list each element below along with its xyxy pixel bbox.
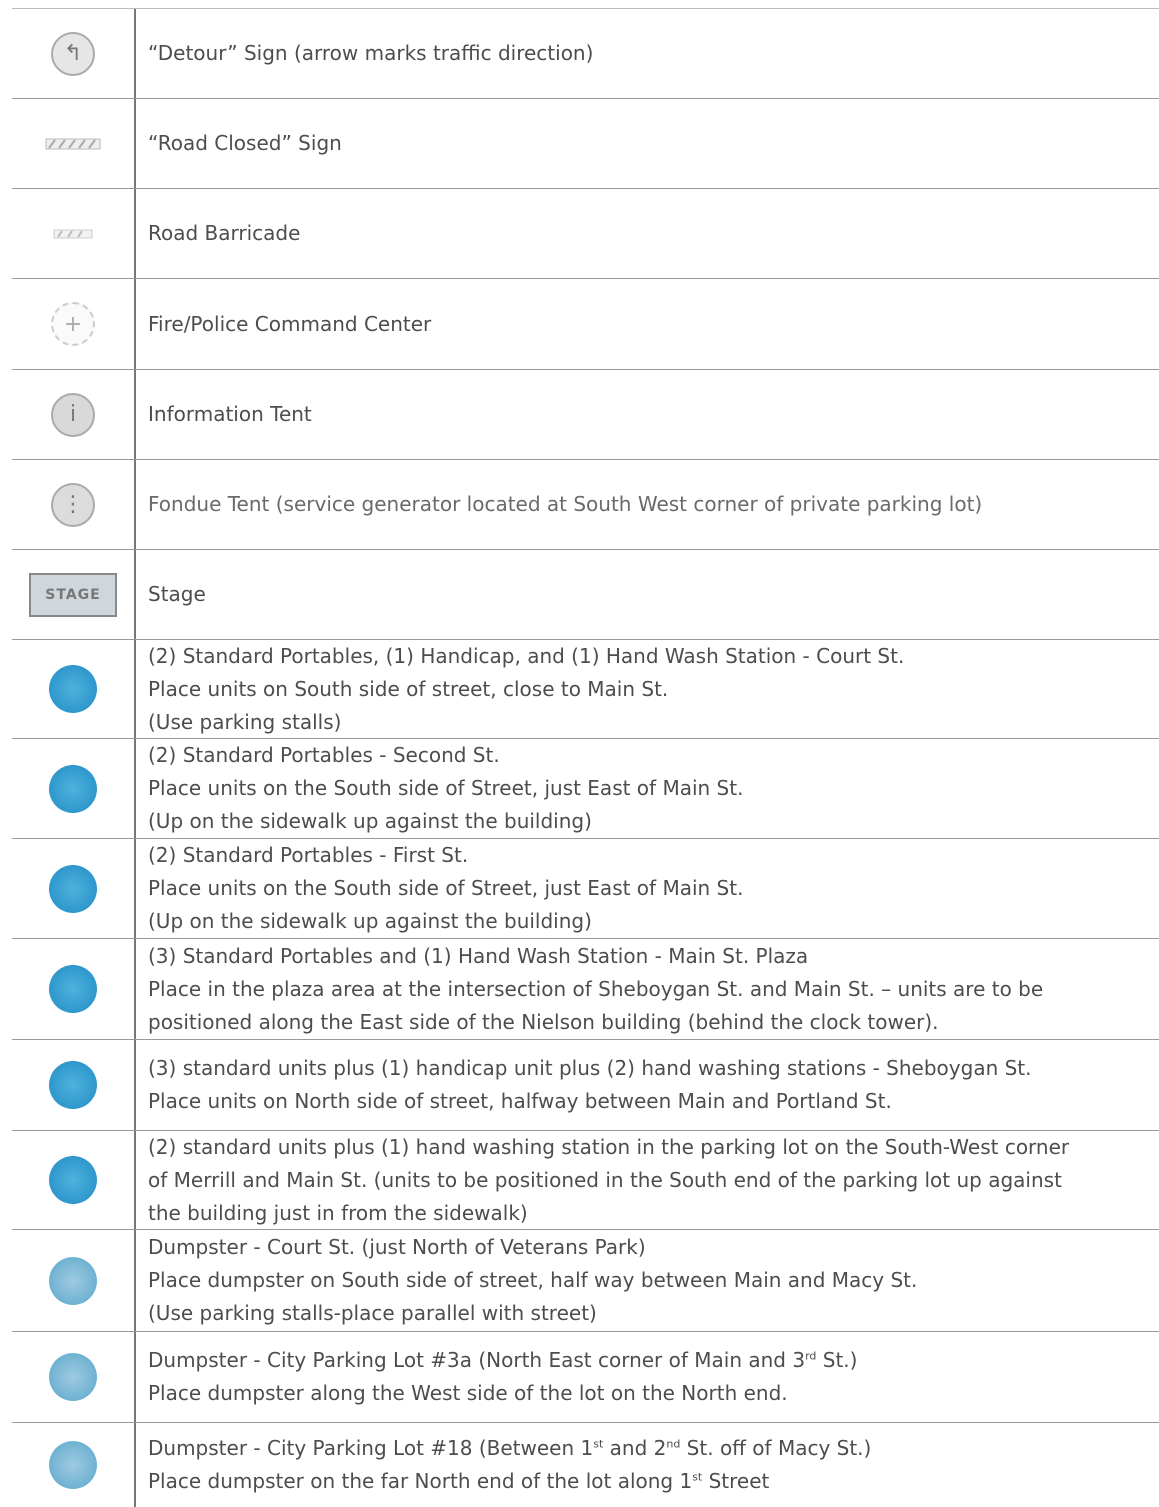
description-line: (2) Standard Portables, (1) Handicap, an…: [148, 643, 905, 668]
description-cell: (2) standard units plus (1) hand washing…: [148, 1131, 1159, 1229]
description-line: (Use parking stalls): [148, 709, 342, 734]
description-cell: (2) Standard Portables - Second St. Plac…: [148, 739, 1159, 838]
dumpster-icon: [49, 1353, 97, 1401]
description-cell: “Road Closed” Sign: [148, 99, 1159, 188]
legend-row-dumpster-lot-3a: Dumpster - City Parking Lot #3a (North E…: [12, 1332, 1159, 1423]
description-line: Fondue Tent (service generator located a…: [148, 492, 983, 516]
icon-cell: [12, 1332, 136, 1422]
description-line: (Up on the sidewalk up against the build…: [148, 809, 592, 833]
dumpster-icon: [49, 1441, 97, 1489]
description-line: “Detour” Sign (arrow marks traffic direc…: [148, 41, 594, 65]
legend-table: ↰ “Detour” Sign (arrow marks traffic dir…: [12, 8, 1159, 1507]
description-line: Place in the plaza area at the intersect…: [148, 976, 1044, 1001]
description-line: of Merrill and Main St. (units to be pos…: [148, 1167, 1062, 1192]
description-cell: Dumpster - Court St. (just North of Vete…: [148, 1230, 1159, 1331]
description-cell: “Detour” Sign (arrow marks traffic direc…: [148, 9, 1159, 98]
description-line: Road Barricade: [148, 221, 301, 245]
icon-cell: [12, 1131, 136, 1229]
icon-cell: [12, 99, 136, 188]
description-line: “Road Closed” Sign: [148, 131, 342, 155]
legend-row-road-closed: “Road Closed” Sign: [12, 99, 1159, 189]
description-line: the building just in from the sidewalk): [148, 1200, 528, 1225]
description-line: Place dumpster on the far North end of t…: [148, 1469, 770, 1493]
description-cell: Road Barricade: [148, 189, 1159, 278]
description-line: Place units on the South side of Street,…: [148, 876, 744, 900]
description-cell: Dumpster - City Parking Lot #18 (Between…: [148, 1423, 1159, 1507]
description-line: Dumpster - City Parking Lot #3a (North E…: [148, 1348, 858, 1372]
description-cell: Stage: [148, 550, 1159, 639]
stage-icon: STAGE: [29, 572, 117, 617]
description-line: (2) standard units plus (1) hand washing…: [148, 1134, 1070, 1159]
fondue-tent-icon: ⋮: [51, 482, 95, 527]
legend-row-portables-sheboygan: (3) standard units plus (1) handicap uni…: [12, 1040, 1159, 1131]
command-center-icon: +: [51, 302, 95, 346]
legend-row-portables-court: (2) Standard Portables, (1) Handicap, an…: [12, 640, 1159, 739]
legend-row-command-center: + Fire/Police Command Center: [12, 279, 1159, 370]
description-cell: Fire/Police Command Center: [148, 279, 1159, 369]
legend-row-portables-merrill: (2) standard units plus (1) hand washing…: [12, 1131, 1159, 1230]
icon-cell: [12, 1230, 136, 1331]
description-line: Information Tent: [148, 402, 312, 426]
portable-toilet-icon: [49, 864, 97, 913]
legend-row-fondue-tent: ⋮ Fondue Tent (service generator located…: [12, 460, 1159, 550]
icon-cell: [12, 1423, 136, 1507]
legend-row-dumpster-lot-18: Dumpster - City Parking Lot #18 (Between…: [12, 1423, 1159, 1507]
description-line: (3) standard units plus (1) handicap uni…: [148, 1056, 1032, 1080]
portable-toilet-icon: [49, 764, 97, 813]
description-cell: (3) standard units plus (1) handicap uni…: [148, 1040, 1159, 1130]
description-line: Place units on South side of street, clo…: [148, 676, 669, 701]
icon-cell: [12, 1040, 136, 1130]
legend-row-portables-first: (2) Standard Portables - First St. Place…: [12, 839, 1159, 939]
description-line: (Up on the sidewalk up against the build…: [148, 909, 592, 933]
description-line: (Use parking stalls-place parallel with …: [148, 1301, 597, 1325]
information-tent-icon: i: [51, 392, 95, 437]
detour-sign-icon: ↰: [51, 31, 95, 76]
legend-row-information-tent: i Information Tent: [12, 370, 1159, 460]
icon-cell: ↰: [12, 9, 136, 98]
icon-cell: [12, 839, 136, 938]
description-cell: Information Tent: [148, 370, 1159, 459]
description-cell: Fondue Tent (service generator located a…: [148, 460, 1159, 549]
description-line: (2) Standard Portables - First St.: [148, 843, 469, 867]
road-barricade-icon: [53, 229, 93, 238]
description-cell: Dumpster - City Parking Lot #3a (North E…: [148, 1332, 1159, 1422]
description-line: Stage: [148, 582, 206, 606]
description-cell: (2) Standard Portables - First St. Place…: [148, 839, 1159, 938]
description-line: Place units on the South side of Street,…: [148, 776, 744, 800]
portable-toilet-icon: [49, 665, 97, 713]
portable-toilet-icon: [49, 1156, 97, 1204]
description-line: Dumpster - City Parking Lot #18 (Between…: [148, 1436, 872, 1460]
description-cell: (2) Standard Portables, (1) Handicap, an…: [148, 640, 1159, 738]
description-line: Place units on North side of street, hal…: [148, 1089, 892, 1113]
legend-row-portables-plaza: (3) Standard Portables and (1) Hand Wash…: [12, 939, 1159, 1040]
legend-row-stage: STAGE Stage: [12, 550, 1159, 640]
portable-toilet-icon: [49, 1061, 97, 1109]
description-cell: (3) Standard Portables and (1) Hand Wash…: [148, 939, 1159, 1039]
portable-toilet-icon: [49, 965, 97, 1013]
description-line: (2) Standard Portables - Second St.: [148, 743, 500, 767]
icon-cell: [12, 939, 136, 1039]
icon-cell: i: [12, 370, 136, 459]
icon-cell: [12, 739, 136, 838]
icon-cell: ⋮: [12, 460, 136, 549]
description-line: Fire/Police Command Center: [148, 311, 432, 336]
legend-row-dumpster-court: Dumpster - Court St. (just North of Vete…: [12, 1230, 1159, 1332]
description-line: (3) Standard Portables and (1) Hand Wash…: [148, 943, 809, 968]
road-closed-sign-icon: [45, 138, 101, 149]
dumpster-icon: [49, 1256, 97, 1305]
icon-cell: [12, 640, 136, 738]
legend-row-portables-second: (2) Standard Portables - Second St. Plac…: [12, 739, 1159, 839]
description-line: Place dumpster along the West side of th…: [148, 1381, 788, 1405]
icon-cell: +: [12, 279, 136, 369]
description-line: Dumpster - Court St. (just North of Vete…: [148, 1235, 646, 1259]
icon-cell: STAGE: [12, 550, 136, 639]
description-line: Place dumpster on South side of street, …: [148, 1268, 918, 1292]
description-line: positioned along the East side of the Ni…: [148, 1009, 939, 1034]
legend-row-barricade: Road Barricade: [12, 189, 1159, 279]
legend-row-detour: ↰ “Detour” Sign (arrow marks traffic dir…: [12, 9, 1159, 99]
icon-cell: [12, 189, 136, 278]
